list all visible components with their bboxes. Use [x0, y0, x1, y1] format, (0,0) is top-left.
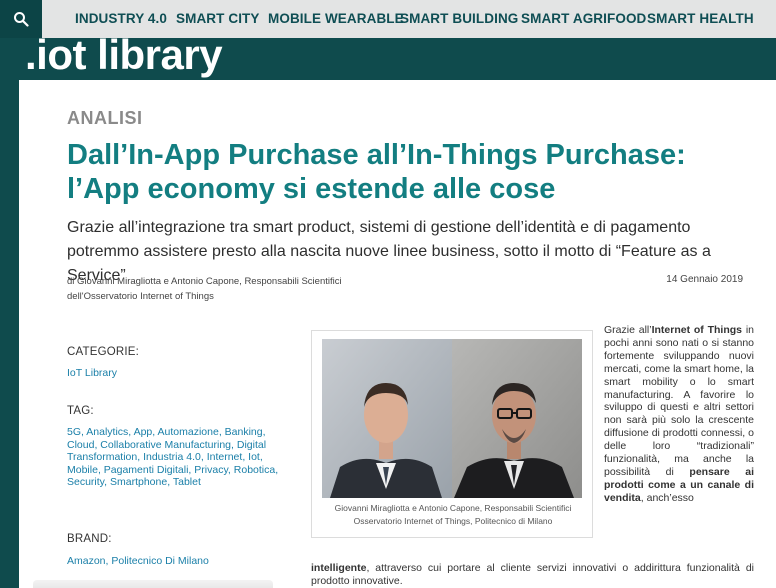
article-figure: Giovanni Miragliotta e Antonio Capone, R…	[311, 330, 593, 538]
tag-link[interactable]: Cloud	[67, 439, 94, 451]
body-text-segment: , attraverso cui portare al cliente serv…	[311, 562, 754, 587]
article-body: Grazie all’Internet of Things in pochi a…	[604, 324, 754, 505]
article-container: ANALISI Dall’In-App Purchase all’In-Thin…	[19, 80, 776, 588]
search-icon	[14, 12, 29, 27]
article-kicker[interactable]: ANALISI	[67, 108, 143, 129]
tag-link[interactable]: Iot	[248, 451, 260, 463]
sticky-widget-edge	[33, 580, 273, 588]
categories-label: CATEGORIE:	[67, 346, 140, 358]
tag-link[interactable]: Smartphone	[110, 476, 167, 488]
body-text-segment: , anch’esso	[640, 491, 694, 504]
list-separator: ,	[259, 451, 263, 463]
article-byline: di Giovanni Miragliotta e Antonio Capone…	[67, 276, 342, 302]
tag-link[interactable]: Banking	[225, 426, 263, 438]
brand-link[interactable]: Amazon	[67, 555, 106, 567]
tag-link[interactable]: Privacy	[194, 464, 228, 476]
tags-list: 5G, Analytics, App, Automazione, Banking…	[67, 426, 292, 489]
nav-item-smart-building[interactable]: SMART BUILDING	[400, 11, 518, 26]
figure-caption: Giovanni Miragliotta e Antonio Capone, R…	[334, 503, 572, 526]
tag-link[interactable]: 5G	[67, 426, 81, 438]
tag-link[interactable]: App	[134, 426, 153, 438]
category-link[interactable]: IoT Library	[67, 367, 117, 379]
nav-item-smart-city[interactable]: SMART CITY	[176, 11, 260, 26]
nav-item-mobile-wearable[interactable]: MOBILE WEARABLE	[268, 11, 404, 26]
article-date: 14 Gennaio 2019	[666, 274, 743, 285]
tag-link[interactable]: Tablet	[173, 476, 201, 488]
body-bold-segment: intelligente	[311, 562, 367, 574]
list-separator: ,	[275, 463, 279, 476]
tag-link[interactable]: Robotica	[234, 464, 275, 476]
tag-link[interactable]: Mobile	[67, 464, 98, 476]
tag-link[interactable]: Security	[67, 476, 104, 488]
list-separator: ,	[262, 426, 266, 438]
tag-link[interactable]: Automazione	[158, 426, 219, 438]
tag-link[interactable]: Industria 4.0	[143, 451, 201, 463]
categories-list: IoT Library	[67, 367, 292, 380]
body-text-segment: in pochi anni sono nati o si stanno fort…	[604, 324, 754, 478]
brand-link[interactable]: Politecnico Di Milano	[111, 555, 208, 567]
body-bold-segment: Internet of Things	[651, 324, 743, 336]
site-logo[interactable]: .iot library	[25, 34, 223, 76]
left-background-strip	[0, 80, 19, 588]
article-body-continued: intelligente, attraverso cui portare al …	[311, 562, 754, 588]
tag-link[interactable]: Internet	[207, 451, 243, 463]
nav-item-industry[interactable]: INDUSTRY 4.0	[75, 11, 167, 26]
article-title: Dall’In-App Purchase all’In-Things Purch…	[67, 139, 686, 205]
tag-link[interactable]: Analytics	[86, 426, 128, 438]
tag-link[interactable]: Collaborative Manufacturing	[100, 439, 231, 451]
nav-item-smart-agrifood[interactable]: SMART AGRIFOOD	[521, 11, 646, 26]
authors-photo	[322, 339, 582, 498]
brands-list: Amazon, Politecnico Di Milano	[67, 555, 292, 568]
brand-label: BRAND:	[67, 533, 112, 545]
tags-label: TAG:	[67, 405, 94, 417]
body-text-segment: Grazie all’	[604, 324, 652, 336]
nav-item-smart-health[interactable]: SMART HEALTH	[647, 11, 754, 26]
tag-link[interactable]: Pagamenti Digitali	[104, 464, 189, 476]
